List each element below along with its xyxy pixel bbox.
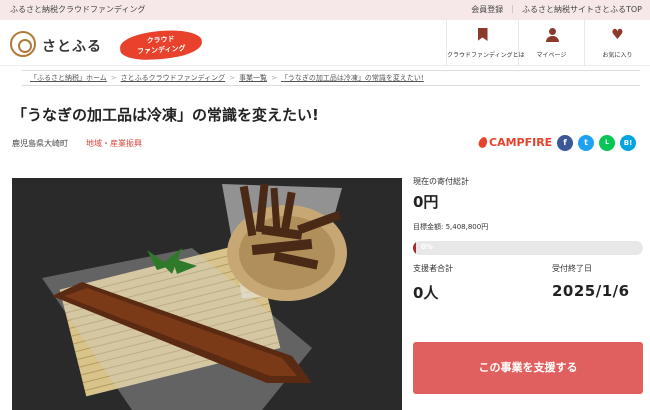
line-icon[interactable]: L [599, 135, 615, 151]
nav-favorites-label: お気に入り [602, 52, 633, 59]
deadline-block: 受付終了日 2025/1/6 [552, 263, 630, 300]
deadline-value: 2025/1/6 [552, 282, 630, 300]
breadcrumb-separator: > [110, 74, 117, 82]
progress-percent: 0% [421, 243, 433, 251]
share-buttons: f t L B! [557, 135, 636, 151]
header-nav: クラウドファンディングとは マイページ ♥ お気に入り [446, 20, 650, 66]
target-amount: 目標金額: 5,408,800円 [413, 223, 489, 231]
divider: | [511, 4, 514, 13]
top-bar: ふるさと納税クラウドファンディング 会員登録 | ふるさと納税サイトさとふるTO… [0, 0, 650, 20]
funding-stats: 現在の寄付総計 0円 [413, 176, 643, 212]
project-meta: 鹿児島県大崎町 地域・産業振興 [12, 138, 142, 149]
satofull-top-link[interactable]: ふるさと納税サイトさとふるTOP [522, 4, 642, 15]
current-donation-label: 現在の寄付総計 [413, 177, 469, 186]
nav-about-label: クラウドファンディングとは [447, 52, 525, 59]
supporters-label: 支援者合計 [413, 264, 453, 273]
breadcrumb-current[interactable]: 「うなぎの加工品は冷凍」の常識を変えたい! [281, 73, 424, 83]
supporters-block: 支援者合計 0人 [413, 263, 453, 303]
satofull-logo-icon[interactable] [10, 31, 36, 57]
supporters-value: 0人 [413, 284, 439, 302]
twitter-icon[interactable]: t [578, 135, 594, 151]
breadcrumb-projects[interactable]: 事業一覧 [239, 73, 267, 83]
campfire-logo: CAMPFIRE [477, 135, 553, 150]
platform-name: CAMPFIRE [489, 136, 553, 149]
bookmark-icon [477, 28, 488, 41]
top-links: 会員登録 | ふるさと納税サイトさとふるTOP [471, 4, 642, 15]
heart-icon: ♥ [611, 27, 624, 43]
current-donation-value: 0円 [413, 193, 439, 211]
crowdfunding-badge[interactable]: クラウド ファンディング [119, 28, 203, 62]
support-project-button[interactable]: この事業を支援する [413, 342, 643, 394]
breadcrumb-separator: > [271, 74, 277, 82]
site-tagline: ふるさと納税クラウドファンディング [10, 5, 146, 14]
deadline-label: 受付終了日 [552, 264, 592, 273]
breadcrumb-crowdfunding[interactable]: さとふるクラウドファンディング [121, 73, 226, 83]
breadcrumb-home[interactable]: 「ふるさと納税」ホーム [30, 73, 107, 83]
user-icon [545, 28, 559, 42]
logo-text[interactable]: さとふる [42, 36, 102, 56]
unagi-photo [12, 178, 402, 410]
facebook-icon[interactable]: f [557, 135, 573, 151]
nav-mypage[interactable]: マイページ [518, 20, 584, 66]
flame-icon [477, 135, 489, 150]
nav-favorites[interactable]: ♥ お気に入り [584, 20, 650, 66]
progress-bar: 0% [413, 241, 643, 255]
nav-about[interactable]: クラウドファンディングとは [446, 20, 525, 66]
progress-fill [413, 241, 416, 255]
project-location: 鹿児島県大崎町 [12, 139, 68, 148]
hatena-icon[interactable]: B! [620, 135, 636, 151]
breadcrumb: 「ふるさと納税」ホーム > さとふるクラウドファンディング > 事業一覧 > 「… [22, 70, 640, 86]
register-link[interactable]: 会員登録 [471, 4, 503, 15]
site-header: さとふる クラウド ファンディング クラウドファンディングとは マイページ ♥ … [0, 20, 650, 66]
project-image [12, 178, 402, 410]
page-title: 「うなぎの加工品は冷凍」の常識を変えたい! [12, 106, 319, 124]
nav-mypage-label: マイページ [536, 52, 567, 59]
project-category[interactable]: 地域・産業振興 [86, 138, 142, 149]
breadcrumb-separator: > [229, 74, 236, 82]
